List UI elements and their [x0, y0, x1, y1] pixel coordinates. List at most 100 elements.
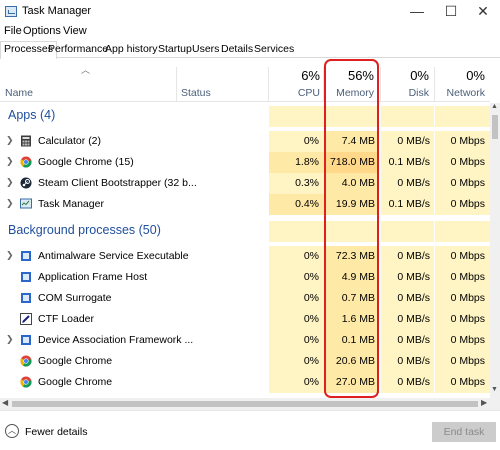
- fewer-details-link[interactable]: Fewer details: [25, 426, 87, 438]
- process-name: Device Association Framework ...: [38, 334, 194, 346]
- menu-options[interactable]: Options: [23, 25, 61, 37]
- horizontal-scrollbar[interactable]: ◀ ▶: [0, 398, 490, 410]
- process-row[interactable]: COM Surrogate 0% 0.7 MB 0 MB/s 0 Mbps: [0, 288, 490, 309]
- scroll-thumb[interactable]: [12, 401, 478, 407]
- service-icon: [21, 335, 31, 345]
- process-name: CTF Loader: [38, 313, 95, 325]
- process-row[interactable]: CTF Loader 0% 1.6 MB 0 MB/s 0 Mbps: [0, 309, 490, 330]
- group-row-apps: Apps (4): [0, 106, 490, 127]
- chevron-right-icon[interactable]: ❯: [6, 334, 14, 345]
- disk-value: 0 MB/s: [397, 313, 430, 325]
- process-row[interactable]: ❯ Antimalware Service Executable 0% 72.3…: [0, 246, 490, 267]
- network-value: 0 Mbps: [450, 135, 485, 147]
- cpu-value: 0%: [303, 334, 319, 346]
- memory-value: 4.0 MB: [341, 177, 375, 189]
- cpu-value: 0%: [303, 250, 319, 262]
- disk-value: 0.1 MB/s: [388, 156, 430, 168]
- sort-ascending-icon: ︿: [81, 65, 91, 75]
- column-divider: [176, 67, 177, 102]
- service-icon: [21, 251, 31, 261]
- disk-value: 0 MB/s: [397, 355, 430, 367]
- close-button[interactable]: ✕: [464, 0, 500, 24]
- memory-value: 4.9 MB: [341, 271, 375, 283]
- pen-icon: [20, 313, 32, 325]
- chrome-icon: [20, 376, 32, 388]
- process-row[interactable]: Google Chrome 0% 20.6 MB 0 MB/s 0 Mbps: [0, 351, 490, 372]
- network-value: 0 Mbps: [450, 376, 485, 388]
- cpu-value: 0%: [303, 271, 319, 283]
- scroll-up-icon[interactable]: ▲: [491, 103, 498, 110]
- vertical-scrollbar[interactable]: ▲ ▼: [490, 103, 500, 398]
- cpu-value: 0.3%: [295, 177, 319, 189]
- tab-services[interactable]: Services: [250, 41, 298, 58]
- process-row[interactable]: ❯ Device Association Framework ... 0% 0.…: [0, 330, 490, 351]
- menu-view[interactable]: View: [63, 25, 87, 37]
- process-row[interactable]: ❯ Steam Client Bootstrapper (32 b... 0.3…: [0, 173, 490, 194]
- disk-value: 0 MB/s: [397, 292, 430, 304]
- cpu-value: 0%: [303, 313, 319, 325]
- cpu-value: 1.8%: [295, 156, 319, 168]
- cpu-value: 0%: [303, 376, 319, 388]
- scroll-thumb[interactable]: [492, 115, 498, 139]
- chevron-up-icon[interactable]: ︿: [5, 424, 19, 438]
- tab-app-history[interactable]: App history: [101, 41, 162, 58]
- memory-value: 0.1 MB: [341, 334, 375, 346]
- tab-bar: Processes Performance App history Startu…: [0, 40, 500, 59]
- chevron-right-icon[interactable]: ❯: [6, 198, 14, 209]
- memory-value: 1.6 MB: [341, 313, 375, 325]
- process-row[interactable]: Google Chrome 0% 27.0 MB 0 MB/s 0 Mbps: [0, 372, 490, 393]
- footer: ︿ Fewer details End task: [0, 410, 500, 450]
- scroll-down-icon[interactable]: ▼: [491, 386, 498, 393]
- chevron-right-icon[interactable]: ❯: [6, 250, 14, 261]
- window-title: Task Manager: [22, 5, 92, 17]
- chevron-right-icon[interactable]: ❯: [6, 156, 14, 167]
- title-bar: Task Manager — ☐ ✕: [0, 0, 500, 24]
- process-row[interactable]: ❯ Google Chrome (15) 1.8% 718.0 MB 0.1 M…: [0, 152, 490, 173]
- disk-value: 0 MB/s: [397, 376, 430, 388]
- network-value: 0 Mbps: [450, 313, 485, 325]
- scroll-right-icon[interactable]: ▶: [481, 398, 487, 407]
- group-row-background: Background processes (50): [0, 221, 490, 242]
- memory-value: 72.3 MB: [335, 250, 375, 262]
- column-name[interactable]: Name: [5, 87, 33, 99]
- column-memory[interactable]: Memory: [324, 87, 374, 99]
- memory-value: 20.6 MB: [335, 355, 375, 367]
- process-name: Application Frame Host: [38, 271, 148, 283]
- scroll-left-icon[interactable]: ◀: [2, 398, 8, 407]
- chrome-icon: [20, 355, 32, 367]
- cpu-value: 0.4%: [295, 198, 319, 210]
- steam-icon: [20, 177, 32, 189]
- minimize-button[interactable]: —: [398, 0, 436, 24]
- network-value: 0 Mbps: [450, 177, 485, 189]
- process-row[interactable]: ❯ Calculator (2) 0% 7.4 MB 0 MB/s 0 Mbps: [0, 131, 490, 152]
- network-value: 0 Mbps: [450, 198, 485, 210]
- memory-percent: 56%: [347, 68, 374, 83]
- disk-value: 0 MB/s: [397, 250, 430, 262]
- chevron-right-icon[interactable]: ❯: [6, 135, 14, 146]
- chevron-right-icon[interactable]: ❯: [6, 177, 14, 188]
- column-status[interactable]: Status: [181, 87, 211, 99]
- service-icon: [21, 293, 31, 303]
- memory-value: 27.0 MB: [335, 376, 375, 388]
- network-percent: 0%: [466, 68, 485, 83]
- group-apps-label: Apps (4): [8, 108, 56, 122]
- process-row[interactable]: Application Frame Host 0% 4.9 MB 0 MB/s …: [0, 267, 490, 288]
- task-manager-icon: [20, 198, 32, 209]
- disk-percent: 0%: [410, 68, 429, 83]
- menu-file[interactable]: File: [4, 25, 22, 37]
- column-divider: [268, 67, 269, 102]
- network-value: 0 Mbps: [450, 271, 485, 283]
- end-task-button[interactable]: End task: [432, 422, 496, 442]
- network-value: 0 Mbps: [450, 292, 485, 304]
- menu-bar: File Options View: [0, 24, 500, 40]
- column-cpu[interactable]: CPU: [270, 87, 320, 99]
- chrome-icon: [20, 156, 32, 168]
- process-name: Antimalware Service Executable: [38, 250, 189, 262]
- process-row[interactable]: ❯ Task Manager 0.4% 19.9 MB 0.1 MB/s 0 M…: [0, 194, 490, 215]
- disk-value: 0 MB/s: [397, 334, 430, 346]
- memory-value: 718.0 MB: [330, 156, 375, 168]
- column-network[interactable]: Network: [435, 87, 485, 99]
- disk-value: 0 MB/s: [397, 271, 430, 283]
- column-disk[interactable]: Disk: [381, 87, 429, 99]
- network-value: 0 Mbps: [450, 334, 485, 346]
